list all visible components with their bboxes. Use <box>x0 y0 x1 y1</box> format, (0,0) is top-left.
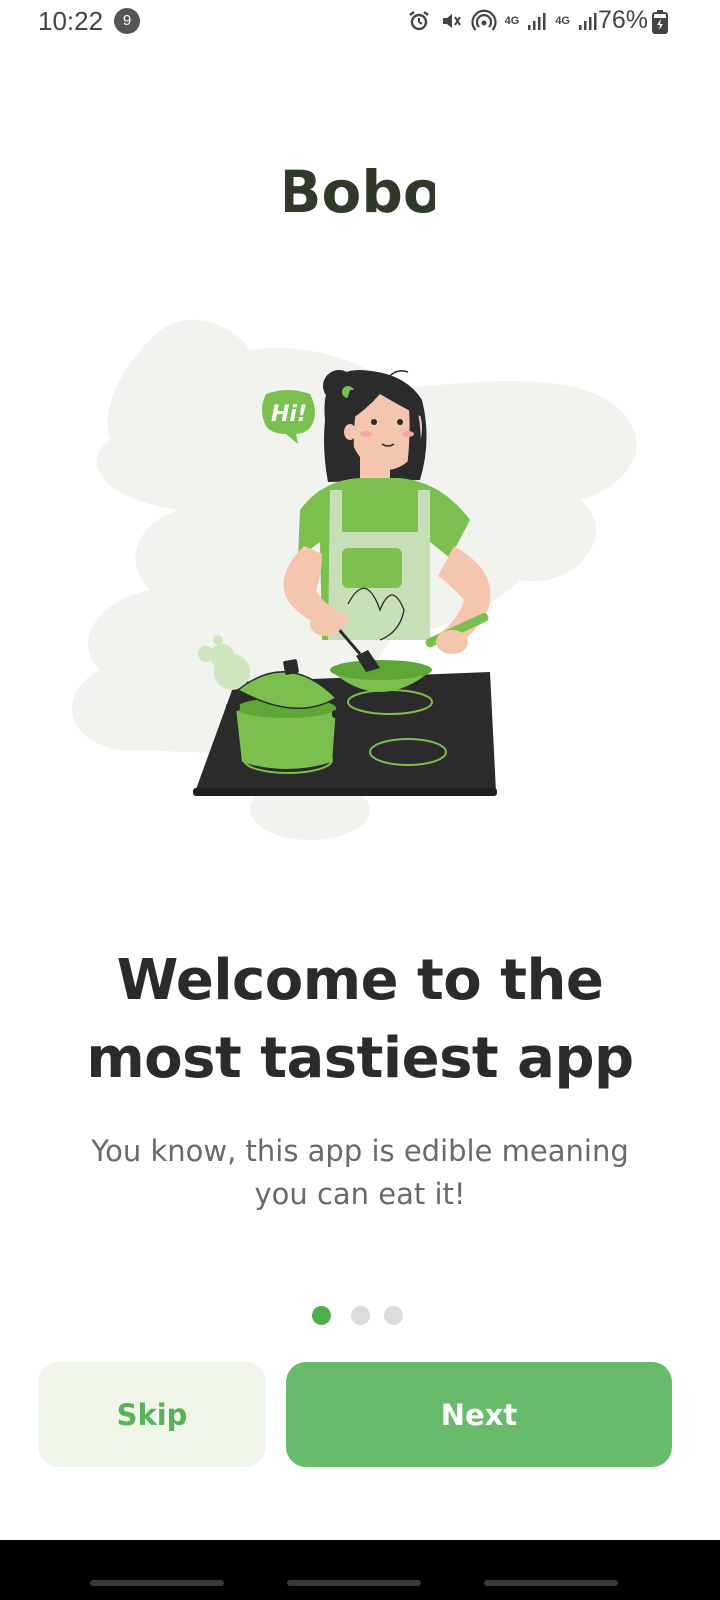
status-bar: 10:22 9 4G 4G 76% <box>0 0 720 44</box>
onboarding-subtitle: You know, this app is edible meaning you… <box>91 1134 629 1211</box>
status-time: 10:22 <box>38 6 104 36</box>
hotspot-icon <box>471 9 497 33</box>
mute-icon <box>439 9 463 33</box>
hand-illustration <box>310 612 342 636</box>
page-dot-2[interactable] <box>350 1306 370 1325</box>
notification-count-badge: 9 <box>114 8 140 34</box>
onboarding-illustration: Hi! <box>60 310 660 870</box>
signal-icon <box>527 11 547 31</box>
nav-recent-button[interactable] <box>90 1580 224 1586</box>
system-navigation-bar <box>0 1540 720 1600</box>
speech-bubble-text: Hi! <box>271 402 307 427</box>
hand-illustration <box>436 630 468 654</box>
skip-button[interactable]: Skip <box>38 1362 266 1467</box>
alarm-icon <box>407 9 431 33</box>
page-dot-1[interactable] <box>311 1306 331 1325</box>
app-logo: Bobo <box>0 150 720 235</box>
network-type-1: 4G <box>504 15 520 27</box>
page-dot-3[interactable] <box>383 1306 403 1325</box>
next-button-label: Next <box>440 1397 518 1432</box>
bobo-logo-mark: Bobo <box>277 158 442 226</box>
page-indicator <box>0 1306 720 1326</box>
logo-text: Bobo <box>285 158 435 226</box>
onboarding-title: Welcome to the most tastiest app <box>86 948 634 1091</box>
battery-percentage: 76% <box>597 6 648 34</box>
signal-icon <box>578 11 598 31</box>
next-button[interactable]: Next <box>286 1362 672 1467</box>
nav-home-button[interactable] <box>287 1580 421 1586</box>
skip-button-label: Skip <box>116 1397 188 1432</box>
battery-charging-icon <box>652 10 668 39</box>
network-type-2: 4G <box>555 15 570 27</box>
status-icons: 4G 4G <box>407 6 598 36</box>
nav-back-button[interactable] <box>484 1580 618 1586</box>
